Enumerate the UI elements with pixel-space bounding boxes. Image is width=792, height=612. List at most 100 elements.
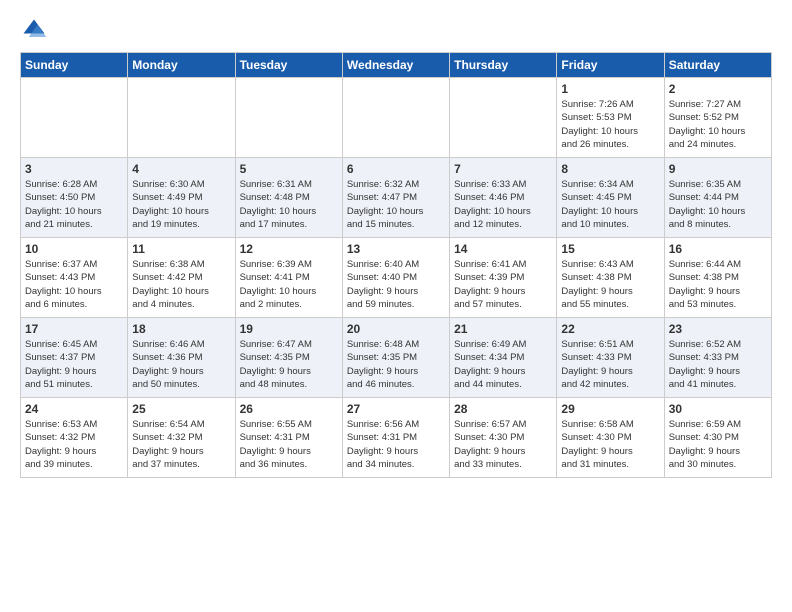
calendar-cell: 27 Sunrise: 6:56 AM Sunset: 4:31 PM Dayli… (342, 398, 449, 478)
day-number: 14 (454, 242, 552, 256)
day-number: 10 (25, 242, 123, 256)
day-number: 26 (240, 402, 338, 416)
day-number: 29 (561, 402, 659, 416)
day-info: Sunrise: 6:45 AM Sunset: 4:37 PM Dayligh… (25, 338, 123, 391)
day-number: 11 (132, 242, 230, 256)
day-number: 22 (561, 322, 659, 336)
week-row: 24 Sunrise: 6:53 AM Sunset: 4:32 PM Dayli… (21, 398, 772, 478)
weekday-header: Tuesday (235, 53, 342, 78)
calendar-cell: 12Sunrise: 6:39 AM Sunset: 4:41 PM Dayli… (235, 238, 342, 318)
day-number: 13 (347, 242, 445, 256)
day-number: 7 (454, 162, 552, 176)
day-info: Sunrise: 6:56 AM Sunset: 4:31 PM Dayligh… (347, 418, 445, 471)
calendar-cell: 14 Sunrise: 6:41 AM Sunset: 4:39 PM Dayli… (450, 238, 557, 318)
day-number: 23 (669, 322, 767, 336)
day-number: 20 (347, 322, 445, 336)
day-info: Sunrise: 6:53 AM Sunset: 4:32 PM Dayligh… (25, 418, 123, 471)
day-number: 28 (454, 402, 552, 416)
calendar-cell: 13 Sunrise: 6:40 AM Sunset: 4:40 PM Dayli… (342, 238, 449, 318)
weekday-header: Saturday (664, 53, 771, 78)
calendar-cell (450, 78, 557, 158)
day-number: 9 (669, 162, 767, 176)
day-info: Sunrise: 6:34 AM Sunset: 4:45 PM Dayligh… (561, 178, 659, 231)
calendar-cell: 17 Sunrise: 6:45 AM Sunset: 4:37 PM Dayli… (21, 318, 128, 398)
day-info: Sunrise: 6:38 AM Sunset: 4:42 PM Dayligh… (132, 258, 230, 311)
day-info: Sunrise: 6:57 AM Sunset: 4:30 PM Dayligh… (454, 418, 552, 471)
calendar-cell: 10 Sunrise: 6:37 AM Sunset: 4:43 PM Dayli… (21, 238, 128, 318)
day-info: Sunrise: 6:49 AM Sunset: 4:34 PM Dayligh… (454, 338, 552, 391)
day-number: 27 (347, 402, 445, 416)
day-info: Sunrise: 6:28 AM Sunset: 4:50 PM Dayligh… (25, 178, 123, 231)
day-info: Sunrise: 6:51 AM Sunset: 4:33 PM Dayligh… (561, 338, 659, 391)
logo (20, 16, 52, 44)
day-info: Sunrise: 6:33 AM Sunset: 4:46 PM Dayligh… (454, 178, 552, 231)
calendar-cell: 6 Sunrise: 6:32 AM Sunset: 4:47 PM Daylig… (342, 158, 449, 238)
day-number: 15 (561, 242, 659, 256)
calendar-cell (342, 78, 449, 158)
day-number: 3 (25, 162, 123, 176)
header-row: SundayMondayTuesdayWednesdayThursdayFrid… (21, 53, 772, 78)
day-info: Sunrise: 6:32 AM Sunset: 4:47 PM Dayligh… (347, 178, 445, 231)
calendar-cell: 24 Sunrise: 6:53 AM Sunset: 4:32 PM Dayli… (21, 398, 128, 478)
day-info: Sunrise: 6:41 AM Sunset: 4:39 PM Dayligh… (454, 258, 552, 311)
calendar-cell (21, 78, 128, 158)
day-info: Sunrise: 6:43 AM Sunset: 4:38 PM Dayligh… (561, 258, 659, 311)
day-info: Sunrise: 6:59 AM Sunset: 4:30 PM Dayligh… (669, 418, 767, 471)
day-number: 2 (669, 82, 767, 96)
calendar-cell: 29 Sunrise: 6:58 AM Sunset: 4:30 PM Dayli… (557, 398, 664, 478)
calendar-cell (235, 78, 342, 158)
day-number: 4 (132, 162, 230, 176)
calendar-cell: 20 Sunrise: 6:48 AM Sunset: 4:35 PM Dayli… (342, 318, 449, 398)
day-info: Sunrise: 6:40 AM Sunset: 4:40 PM Dayligh… (347, 258, 445, 311)
weekday-header: Monday (128, 53, 235, 78)
calendar-cell: 16 Sunrise: 6:44 AM Sunset: 4:38 PM Dayli… (664, 238, 771, 318)
calendar-cell: 30 Sunrise: 6:59 AM Sunset: 4:30 PM Dayli… (664, 398, 771, 478)
weekday-header: Thursday (450, 53, 557, 78)
calendar-cell: 28 Sunrise: 6:57 AM Sunset: 4:30 PM Dayli… (450, 398, 557, 478)
calendar-cell: 21 Sunrise: 6:49 AM Sunset: 4:34 PM Dayli… (450, 318, 557, 398)
day-info: Sunrise: 7:27 AM Sunset: 5:52 PM Dayligh… (669, 98, 767, 151)
header (20, 16, 772, 44)
calendar-cell: 3 Sunrise: 6:28 AM Sunset: 4:50 PM Daylig… (21, 158, 128, 238)
calendar-cell: 5Sunrise: 6:31 AM Sunset: 4:48 PM Daylig… (235, 158, 342, 238)
day-info: Sunrise: 6:44 AM Sunset: 4:38 PM Dayligh… (669, 258, 767, 311)
logo-icon (20, 16, 48, 44)
calendar-cell: 19 Sunrise: 6:47 AM Sunset: 4:35 PM Dayli… (235, 318, 342, 398)
calendar-cell: 11 Sunrise: 6:38 AM Sunset: 4:42 PM Dayli… (128, 238, 235, 318)
calendar-cell: 15 Sunrise: 6:43 AM Sunset: 4:38 PM Dayli… (557, 238, 664, 318)
day-info: Sunrise: 6:46 AM Sunset: 4:36 PM Dayligh… (132, 338, 230, 391)
calendar-cell: 8Sunrise: 6:34 AM Sunset: 4:45 PM Daylig… (557, 158, 664, 238)
day-number: 24 (25, 402, 123, 416)
weekday-header: Sunday (21, 53, 128, 78)
calendar-cell: 26 Sunrise: 6:55 AM Sunset: 4:31 PM Dayli… (235, 398, 342, 478)
calendar-cell: 22 Sunrise: 6:51 AM Sunset: 4:33 PM Dayli… (557, 318, 664, 398)
day-info: Sunrise: 7:26 AM Sunset: 5:53 PM Dayligh… (561, 98, 659, 151)
day-number: 19 (240, 322, 338, 336)
day-info: Sunrise: 6:52 AM Sunset: 4:33 PM Dayligh… (669, 338, 767, 391)
calendar-cell (128, 78, 235, 158)
day-info: Sunrise: 6:54 AM Sunset: 4:32 PM Dayligh… (132, 418, 230, 471)
day-number: 1 (561, 82, 659, 96)
day-number: 17 (25, 322, 123, 336)
day-number: 16 (669, 242, 767, 256)
calendar-cell: 25Sunrise: 6:54 AM Sunset: 4:32 PM Dayli… (128, 398, 235, 478)
day-info: Sunrise: 6:35 AM Sunset: 4:44 PM Dayligh… (669, 178, 767, 231)
day-number: 21 (454, 322, 552, 336)
day-info: Sunrise: 6:31 AM Sunset: 4:48 PM Dayligh… (240, 178, 338, 231)
day-info: Sunrise: 6:48 AM Sunset: 4:35 PM Dayligh… (347, 338, 445, 391)
week-row: 1 Sunrise: 7:26 AM Sunset: 5:53 PM Daylig… (21, 78, 772, 158)
day-number: 30 (669, 402, 767, 416)
week-row: 3 Sunrise: 6:28 AM Sunset: 4:50 PM Daylig… (21, 158, 772, 238)
week-row: 10 Sunrise: 6:37 AM Sunset: 4:43 PM Dayli… (21, 238, 772, 318)
calendar-cell: 7 Sunrise: 6:33 AM Sunset: 4:46 PM Daylig… (450, 158, 557, 238)
day-info: Sunrise: 6:37 AM Sunset: 4:43 PM Dayligh… (25, 258, 123, 311)
calendar-table: SundayMondayTuesdayWednesdayThursdayFrid… (20, 52, 772, 478)
calendar-cell: 1 Sunrise: 7:26 AM Sunset: 5:53 PM Daylig… (557, 78, 664, 158)
day-info: Sunrise: 6:47 AM Sunset: 4:35 PM Dayligh… (240, 338, 338, 391)
calendar-cell: 2 Sunrise: 7:27 AM Sunset: 5:52 PM Daylig… (664, 78, 771, 158)
day-info: Sunrise: 6:55 AM Sunset: 4:31 PM Dayligh… (240, 418, 338, 471)
day-info: Sunrise: 6:58 AM Sunset: 4:30 PM Dayligh… (561, 418, 659, 471)
weekday-header: Wednesday (342, 53, 449, 78)
day-info: Sunrise: 6:39 AM Sunset: 4:41 PM Dayligh… (240, 258, 338, 311)
day-number: 6 (347, 162, 445, 176)
